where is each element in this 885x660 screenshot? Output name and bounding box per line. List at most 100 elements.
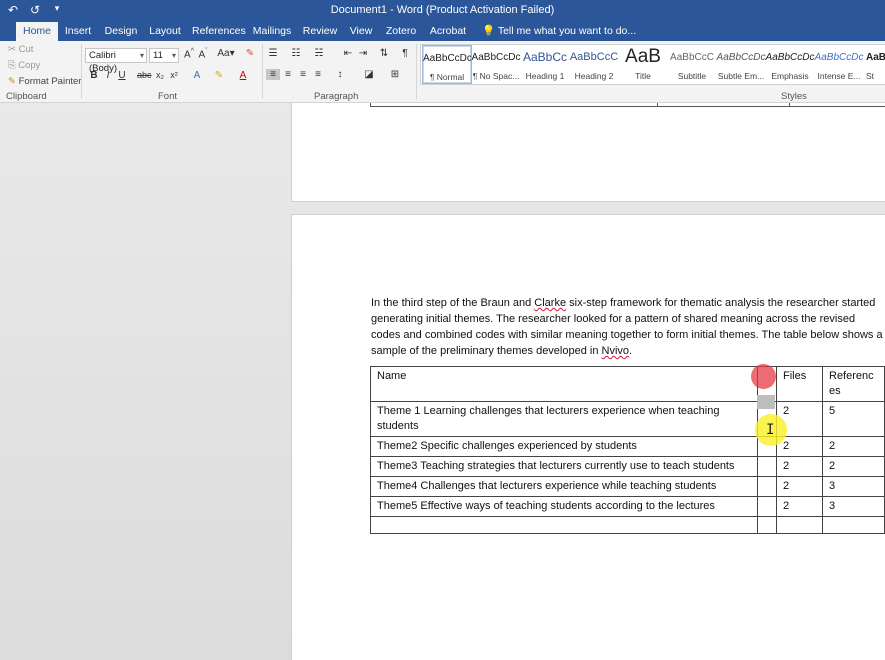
table-cell[interactable]	[370, 516, 758, 534]
style-subtitle[interactable]: AaBbCcC Subtitle	[667, 45, 717, 84]
superscript-icon[interactable]: x²	[167, 70, 181, 80]
tab-acrobat[interactable]: Acrobat	[428, 22, 468, 41]
style-no-spacing[interactable]: AaBbCcDc ¶ No Spac...	[471, 45, 521, 84]
tab-home[interactable]: Home	[16, 22, 58, 41]
table-row: Theme 1 Learning challenges that lecture…	[370, 401, 885, 437]
subscript-icon[interactable]: x₂	[153, 70, 167, 80]
spelling-flag: Clarke	[534, 297, 567, 309]
format-painter-button[interactable]: ✎ Format Painter	[8, 76, 81, 87]
table-row: Theme4 Challenges that lecturers experie…	[370, 476, 885, 497]
title-bar: ↶ ↺ ▾ Document1 - Word (Product Activati…	[0, 0, 885, 22]
click-indicator	[751, 364, 776, 389]
table-cell[interactable]: Theme5 Effective ways of teaching studen…	[370, 496, 758, 517]
style-emphasis[interactable]: AaBbCcDc Emphasis	[765, 45, 815, 84]
table-cell[interactable]	[757, 496, 777, 517]
lightbulb-icon: 💡	[482, 25, 496, 37]
italic-icon[interactable]: I	[101, 70, 115, 81]
table-cell[interactable]: Theme2 Specific challenges experienced b…	[370, 436, 758, 457]
style-heading-1[interactable]: AaBbCc Heading 1	[520, 45, 570, 84]
font-color-icon[interactable]: A	[236, 70, 250, 81]
table-cell[interactable]: 3	[822, 476, 885, 497]
table-cell[interactable]: 2	[822, 436, 885, 457]
table-cell[interactable]	[757, 516, 777, 534]
style-intense-emphasis[interactable]: AaBbCcDc Intense E...	[814, 45, 864, 84]
sort-icon[interactable]: ⇅	[377, 48, 391, 59]
table-cell[interactable]	[757, 476, 777, 497]
justify-icon[interactable]: ≡	[311, 69, 325, 80]
table-cell[interactable]	[822, 516, 885, 534]
style-strong[interactable]: AaB St	[863, 45, 885, 84]
highlight-icon[interactable]: ✎	[212, 70, 226, 81]
tab-review[interactable]: Review	[302, 22, 338, 41]
themes-table[interactable]: Name Files Referenc es Theme 1 Learning …	[370, 366, 885, 534]
table-cell[interactable]: Referenc es	[822, 366, 885, 402]
table-cell[interactable]: 2	[776, 456, 823, 477]
underline-icon[interactable]: U	[115, 70, 129, 81]
bullets-icon[interactable]: ☰	[266, 48, 280, 59]
strikethrough-icon[interactable]: abc	[137, 70, 152, 80]
table-row: Theme5 Effective ways of teaching studen…	[370, 496, 885, 517]
style-heading-2[interactable]: AaBbCcC Heading 2	[569, 45, 619, 84]
tab-layout[interactable]: Layout	[148, 22, 182, 41]
paintbrush-icon: ✎	[8, 76, 16, 87]
table-row	[370, 516, 885, 534]
tab-design[interactable]: Design	[103, 22, 139, 41]
style-title[interactable]: AaB Title	[618, 45, 668, 84]
change-case-icon[interactable]: Aa▾	[216, 48, 236, 59]
shrink-font-icon[interactable]: Aˇ	[196, 48, 210, 60]
line-spacing-icon[interactable]: ↕	[333, 69, 347, 80]
bold-icon[interactable]: B	[87, 70, 101, 81]
grow-font-icon[interactable]: A^	[182, 48, 196, 60]
tab-references[interactable]: References	[192, 22, 246, 41]
styles-group-label: Styles	[781, 91, 807, 102]
page-previous[interactable]	[291, 103, 885, 202]
decrease-indent-icon[interactable]: ⇤	[341, 48, 355, 59]
multilevel-list-icon[interactable]: ☵	[312, 48, 326, 59]
style-normal[interactable]: AaBbCcDc ¶ Normal	[422, 45, 472, 84]
shading-icon[interactable]: ◪	[362, 69, 376, 80]
previous-table-bottom	[370, 103, 885, 107]
table-cell[interactable]: 2	[776, 476, 823, 497]
paragraph-group-label: Paragraph	[314, 91, 359, 102]
align-center-icon[interactable]: ≡	[281, 69, 295, 80]
cut-button[interactable]: ✂ Cut	[8, 44, 33, 55]
table-cell[interactable]: Name	[370, 366, 758, 402]
font-name-combo[interactable]: Calibri (Body) ▾	[85, 48, 147, 74]
tab-insert[interactable]: Insert	[62, 22, 94, 41]
spelling-flag: Nvivo	[601, 345, 630, 357]
body-paragraph[interactable]: In the third step of the Braun and Clark…	[371, 295, 885, 359]
divider	[81, 44, 82, 99]
tab-view[interactable]: View	[347, 22, 375, 41]
pilcrow-icon[interactable]: ¶	[398, 48, 412, 59]
table-cell[interactable]: 2	[776, 496, 823, 517]
font-size-combo[interactable]: 11 ▾	[149, 48, 179, 63]
text-effects-icon[interactable]: A	[190, 70, 204, 81]
table-cell[interactable]: Theme3 Teaching strategies that lecturer…	[370, 456, 758, 477]
style-subtle-emphasis[interactable]: AaBbCcDc Subtle Em...	[716, 45, 766, 84]
table-cell[interactable]	[757, 456, 777, 477]
table-cell[interactable]: Theme4 Challenges that lecturers experie…	[370, 476, 758, 497]
table-cell[interactable]: 2	[822, 456, 885, 477]
table-cell[interactable]: 3	[822, 496, 885, 517]
clear-formatting-icon[interactable]: ✎	[243, 48, 257, 59]
chevron-down-icon: ▾	[139, 51, 144, 60]
borders-icon[interactable]: ⊞	[388, 69, 402, 80]
tab-mailings[interactable]: Mailings	[252, 22, 292, 41]
page-current[interactable]: In the third step of the Braun and Clark…	[291, 214, 885, 660]
align-left-icon[interactable]: ≡	[266, 69, 280, 80]
increase-indent-icon[interactable]: ⇥	[356, 48, 370, 59]
scissors-icon: ✂	[8, 44, 16, 55]
copy-icon: ⎘	[8, 60, 16, 71]
table-cell[interactable]	[776, 516, 823, 534]
tab-zotero[interactable]: Zotero	[384, 22, 418, 41]
align-right-icon[interactable]: ≡	[296, 69, 310, 80]
table-cell[interactable]: Theme 1 Learning challenges that lecture…	[370, 401, 758, 437]
tell-me-box[interactable]: 💡 Tell me what you want to do...	[482, 22, 636, 41]
numbering-icon[interactable]: ☷	[289, 48, 303, 59]
table-row: Theme3 Teaching strategies that lecturer…	[370, 456, 885, 477]
font-group-label: Font	[158, 91, 178, 102]
copy-button[interactable]: ⎘ Copy	[8, 60, 40, 71]
table-cell[interactable]: 5	[822, 401, 885, 437]
table-cell[interactable]: Files	[776, 366, 823, 402]
ibeam-cursor-icon: I	[766, 422, 775, 438]
